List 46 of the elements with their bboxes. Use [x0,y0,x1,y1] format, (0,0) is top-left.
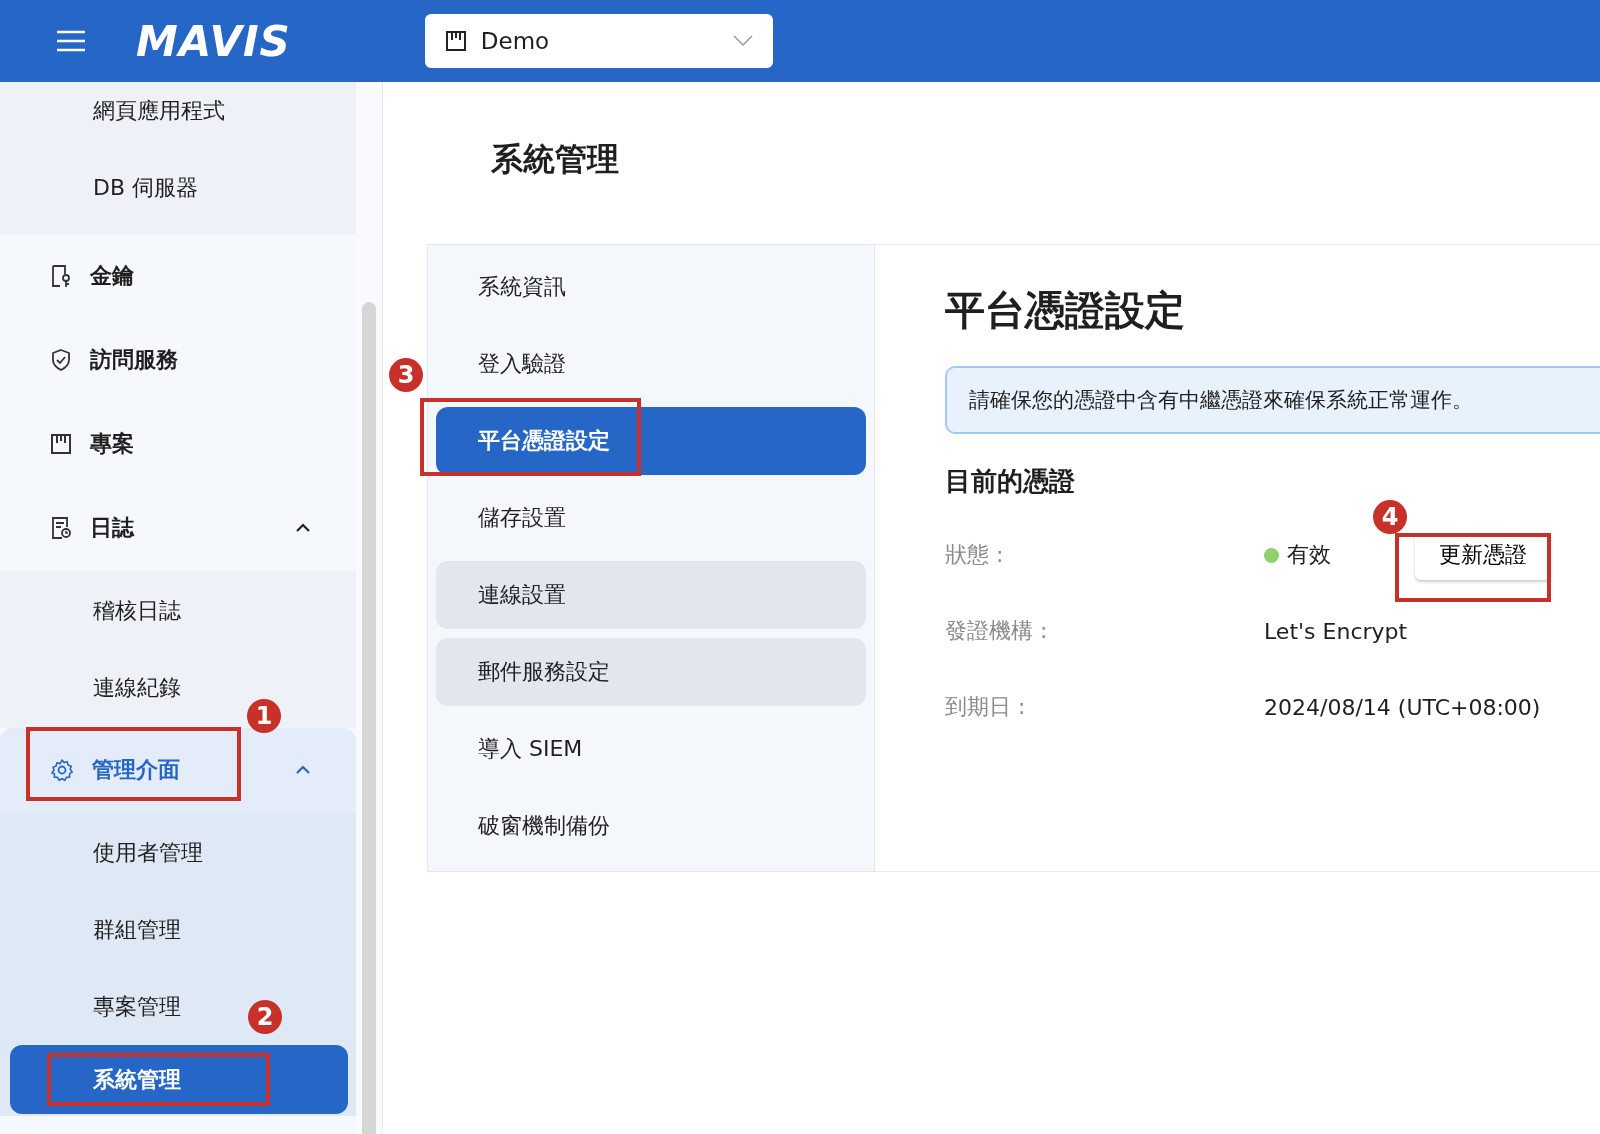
sidebar-subitem[interactable]: 系統管理 [10,1045,348,1114]
renew-button[interactable]: 更新憑證 [1415,530,1551,580]
settings-icon [50,758,74,782]
sidebar-item[interactable]: 專案 [0,402,356,486]
settings-tab[interactable]: 登入驗證 [436,330,866,398]
settings-tab[interactable]: 破窗機制備份 [436,792,866,860]
sidebar-subitem[interactable]: 稽核日誌 [0,572,191,649]
log-icon [50,516,72,540]
settings-tab[interactable]: 連線設置 [436,561,866,629]
section-title: 平台憑證設定 [945,286,1186,335]
logo: MAVIS [136,16,291,66]
settings-tab[interactable]: 郵件服務設定 [436,638,866,706]
settings-tab[interactable]: 儲存設置 [436,484,866,552]
field-label: 發證機構 : [945,617,1049,645]
chevron-up-icon[interactable] [295,523,311,533]
settings-tab[interactable]: 平台憑證設定 [436,407,866,475]
board-icon [444,30,467,52]
project-dropdown[interactable]: Demo [424,14,773,68]
page-title: 系統管理 [491,139,620,180]
sidebar-subitem[interactable]: 群組管理 [0,891,191,968]
step-number: 4 [1373,500,1407,534]
info-notice: 請確保您的憑證中含有中繼憑證來確保系統正常運作。 [945,366,1600,434]
field-label: 狀態 : [945,541,1005,569]
sidebar-item[interactable]: 金鑰 [0,234,356,318]
sidebar-subitem[interactable]: 連線紀錄 [0,649,191,726]
sidebar-subitem[interactable]: 使用者管理 [0,814,213,891]
sidebar-item[interactable]: 管理介面 [0,728,356,812]
sidebar-subitem[interactable]: 網頁應用程式 [0,82,235,149]
field-label: 到期日 : [945,693,1027,721]
step-number: 3 [389,358,423,392]
field-value: Let's Encrypt [1264,618,1408,644]
sidebar-subitem[interactable]: 專案管理 [0,968,191,1045]
scrollbar[interactable] [362,302,376,1134]
sidebar-subitem[interactable]: DB 伺服器 [0,149,209,226]
sidebar-item[interactable]: 訪問服務 [0,318,356,402]
settings-tab[interactable]: 系統資訊 [436,253,866,321]
key-card-icon [50,264,72,288]
menu-icon[interactable] [56,29,86,53]
board-icon [50,433,72,455]
sidebar-item[interactable]: 日誌 [0,486,356,570]
field-value: 2024/08/14 (UTC+08:00) [1264,694,1541,720]
chevron-down-icon [732,35,753,47]
settings-tab[interactable]: 導入 SIEM [436,715,866,783]
shield-icon [50,348,72,372]
status-text: 有效 [1287,541,1331,569]
subsection-title: 目前的憑證 [945,465,1076,498]
